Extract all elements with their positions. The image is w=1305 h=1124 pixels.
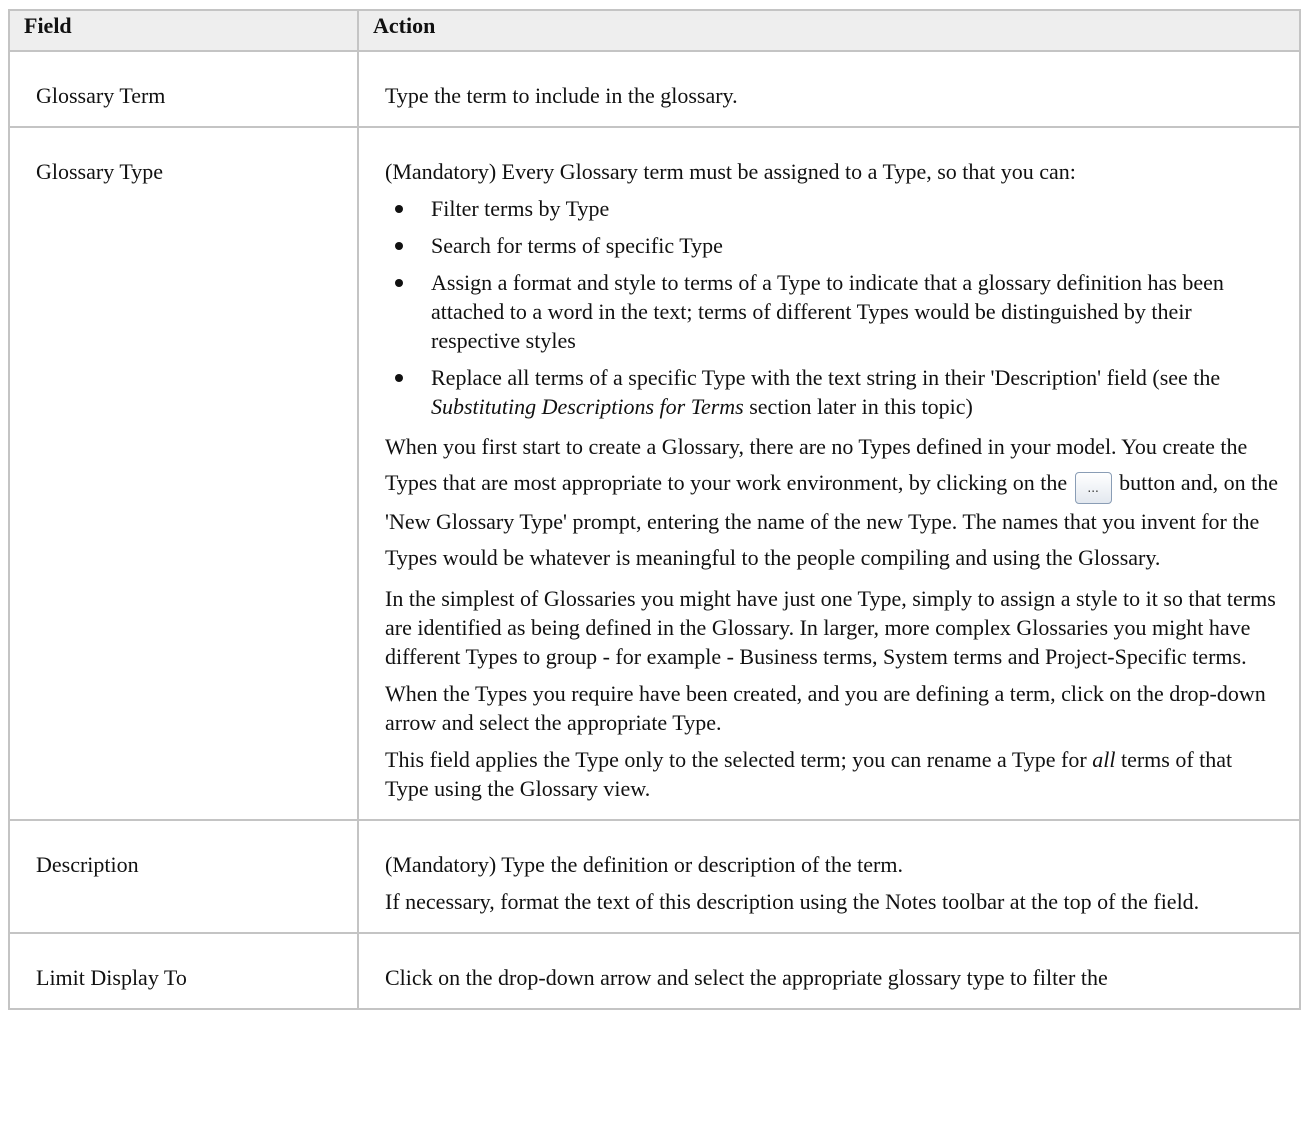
- field-name: Glossary Type: [8, 126, 359, 821]
- glossary-fields-table: Field Action Glossary Term Type the term…: [8, 9, 1301, 1010]
- action-paragraph: In the simplest of Glossaries you might …: [385, 586, 1276, 669]
- action-paragraph: (Mandatory) Every Glossary term must be …: [385, 159, 1076, 184]
- table-row: Description (Mandatory) Type the definit…: [8, 819, 1301, 934]
- action-text: Type the term to include in the glossary…: [357, 50, 1301, 128]
- bullet-text: section later in this topic): [743, 394, 973, 419]
- field-column-header: Field: [8, 9, 359, 52]
- bullet-item: Filter terms by Type: [385, 194, 1279, 223]
- emphasis-text: all: [1092, 747, 1116, 772]
- table-row: Glossary Type (Mandatory) Every Glossary…: [8, 126, 1301, 821]
- field-name: Limit Display To: [8, 932, 359, 1010]
- field-name: Description: [8, 819, 359, 934]
- action-column-header: Action: [357, 9, 1301, 52]
- action-paragraph: If necessary, format the text of this de…: [385, 889, 1200, 914]
- bullet-item: Assign a format and style to terms of a …: [385, 268, 1279, 355]
- section-reference: Substituting Descriptions for Terms: [431, 394, 744, 419]
- action-paragraph: This field applies the Type only to the …: [385, 745, 1279, 803]
- action-paragraph: When the Types you require have been cre…: [385, 681, 1266, 735]
- table-row: Glossary Term Type the term to include i…: [8, 50, 1301, 128]
- action-paragraph: (Mandatory) Type the definition or descr…: [385, 852, 903, 877]
- action-cell: (Mandatory) Type the definition or descr…: [357, 819, 1301, 934]
- table-row: Limit Display To Click on the drop-down …: [8, 932, 1301, 1010]
- ellipsis-button-icon: ...: [1074, 472, 1112, 504]
- action-text: Click on the drop-down arrow and select …: [357, 932, 1301, 1010]
- table-header-row: Field Action: [8, 9, 1301, 52]
- bullet-text: Replace all terms of a specific Type wit…: [431, 365, 1221, 390]
- bullet-item: Search for terms of specific Type: [385, 231, 1279, 260]
- action-cell: (Mandatory) Every Glossary term must be …: [357, 126, 1301, 821]
- bullet-item: Replace all terms of a specific Type wit…: [385, 363, 1279, 421]
- bullet-list: Filter terms by Type Search for terms of…: [385, 194, 1279, 421]
- action-paragraph: When you first start to create a Glossar…: [385, 429, 1279, 576]
- field-name: Glossary Term: [8, 50, 359, 128]
- paragraph-text: This field applies the Type only to the …: [385, 747, 1093, 772]
